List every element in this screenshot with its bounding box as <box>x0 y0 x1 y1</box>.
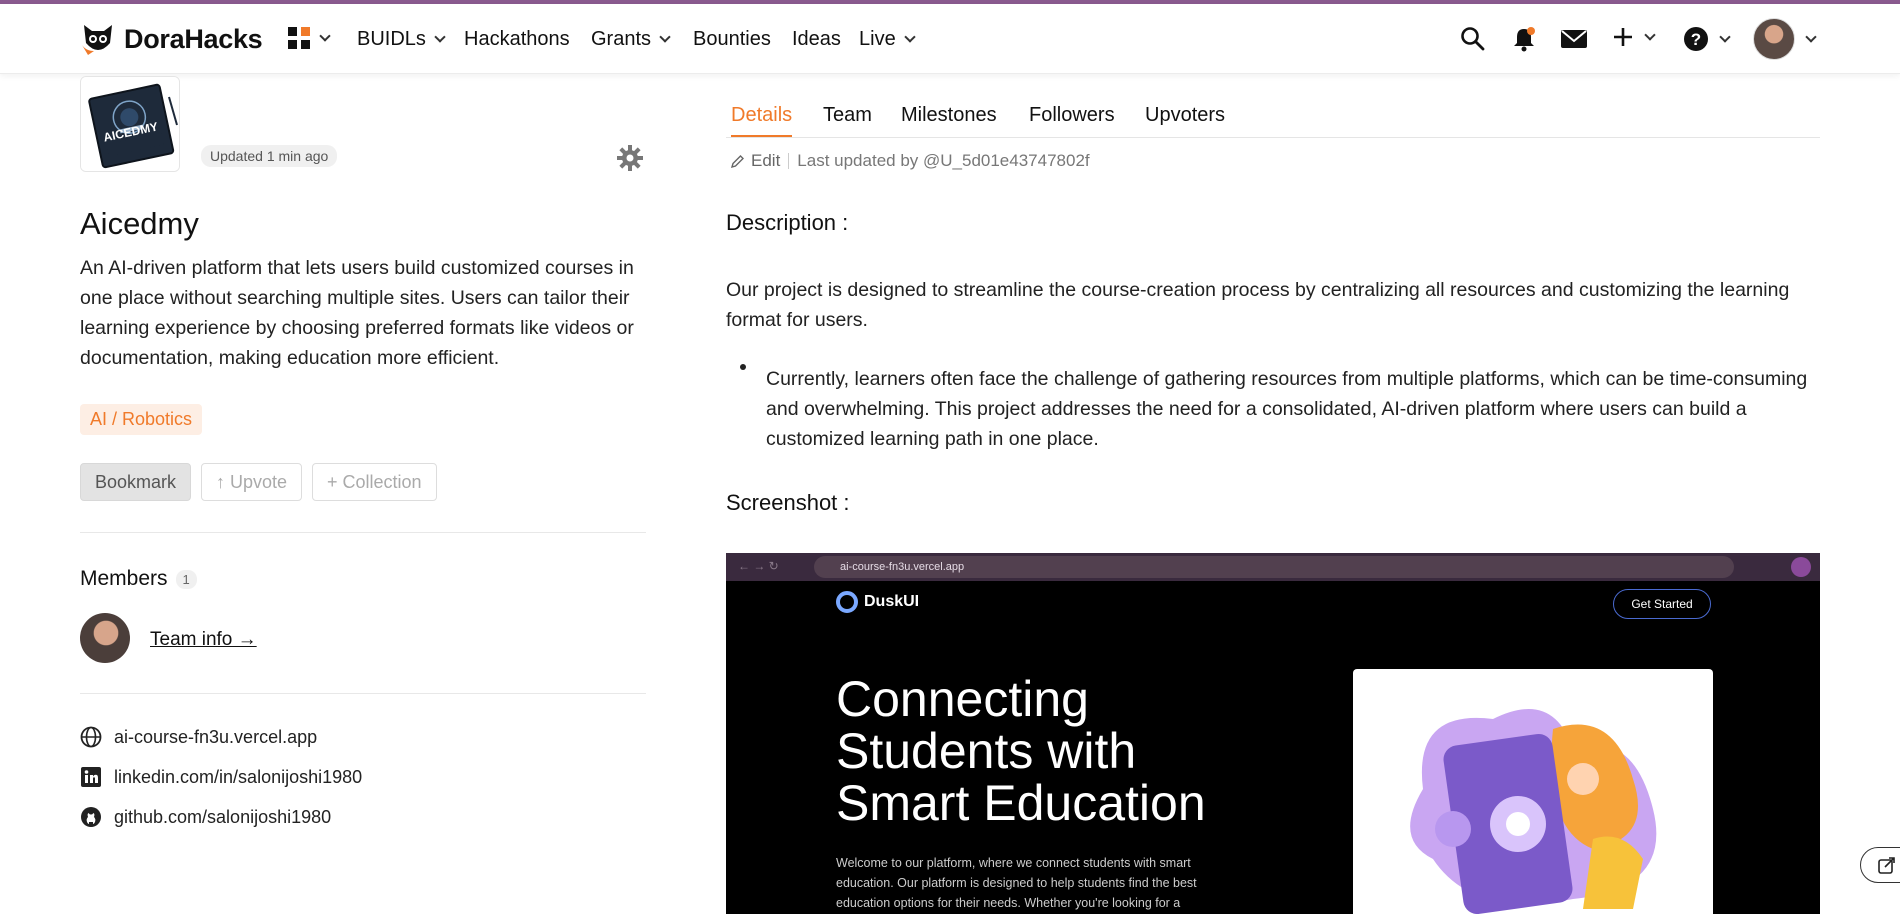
upvote-button[interactable]: ↑ Upvote <box>201 463 303 501</box>
chevron-down-icon <box>1719 30 1731 43</box>
project-screenshot[interactable]: ← → ↻ ai-course-fn3u.vercel.app DuskUI G… <box>726 553 1820 914</box>
bell-icon <box>1514 27 1535 52</box>
tab-team[interactable]: Team <box>823 104 872 135</box>
chevron-down-icon <box>904 31 916 43</box>
add-collection-button[interactable]: + Collection <box>312 463 437 501</box>
user-menu[interactable] <box>1753 18 1817 60</box>
chevron-down-icon <box>1805 30 1817 43</box>
tab-milestones[interactable]: Milestones <box>901 104 997 135</box>
apps-menu[interactable] <box>287 26 331 50</box>
dusk-brand: DuskUI <box>864 593 920 610</box>
svg-text:?: ? <box>1691 30 1701 49</box>
github-link[interactable]: github.com/salonijoshi1980 <box>80 806 331 828</box>
gear-icon <box>617 145 643 171</box>
tab-upvoters[interactable]: Upvoters <box>1145 104 1225 135</box>
chevron-down-icon <box>659 31 671 43</box>
members-count: 1 <box>175 569 197 589</box>
nav-buidls-label: BUIDLs <box>357 28 426 50</box>
url-text: ai-course-fn3u.vercel.app <box>840 561 965 573</box>
plus-icon <box>1614 28 1632 46</box>
nav-grants-label: Grants <box>591 28 652 50</box>
dusk-logo: DuskUI <box>836 591 919 613</box>
description-heading: Description : <box>726 210 849 235</box>
dorahacks-owl-icon <box>82 25 112 55</box>
divider <box>80 532 646 533</box>
member-avatar[interactable] <box>80 613 130 663</box>
bookmark-button[interactable]: Bookmark <box>80 463 192 501</box>
description-paragraph: Our project is designed to streamline th… <box>726 279 1790 331</box>
edit-button[interactable]: Edit <box>730 151 780 171</box>
last-updated-text: Last updated by @U_5d01e43747802f <box>797 151 1090 170</box>
updated-badge: Updated 1 min ago <box>201 145 338 167</box>
website-link-text: ai-course-fn3u.vercel.app <box>114 726 318 747</box>
nav-ideas[interactable]: Ideas <box>792 28 841 51</box>
apps-grid-icon <box>288 27 310 49</box>
linkedin-link-text: linkedin.com/in/salonijoshi1980 <box>114 766 363 787</box>
chevron-down-icon <box>434 31 446 43</box>
github-icon <box>81 807 101 827</box>
brand-name: DoraHacks <box>124 23 263 54</box>
nav-ideas-label: Ideas <box>792 28 841 50</box>
members-title-text: Members <box>80 567 168 590</box>
nav-buidls[interactable]: BUIDLs <box>357 28 446 51</box>
search-button[interactable] <box>1460 26 1486 52</box>
nav-grants[interactable]: Grants <box>591 28 671 51</box>
hero-heading: Connecting Students with Smart Education <box>836 671 1206 831</box>
linkedin-link[interactable]: linkedin.com/in/salonijoshi1980 <box>80 766 362 788</box>
brand-logo[interactable]: DoraHacks <box>80 21 263 57</box>
globe-icon <box>80 726 102 748</box>
screenshot-heading: Screenshot : <box>726 490 850 515</box>
chevron-down-icon <box>1644 28 1656 41</box>
search-icon <box>1461 27 1485 51</box>
hero-illustration <box>1353 669 1713 914</box>
tab-bar: Details Team Milestones Followers Upvote… <box>726 104 1820 138</box>
tab-followers[interactable]: Followers <box>1029 104 1115 135</box>
website-link[interactable]: ai-course-fn3u.vercel.app <box>80 726 317 748</box>
avatar <box>1753 18 1795 60</box>
help-icon: ? <box>1684 27 1708 51</box>
url-bar: ai-course-fn3u.vercel.app <box>814 556 1734 578</box>
category-tag[interactable]: AI / Robotics <box>80 404 203 435</box>
github-link-text: github.com/salonijoshi1980 <box>114 806 332 827</box>
nav-live-label: Live <box>859 28 896 50</box>
browser-profile-icon <box>1791 557 1811 577</box>
share-icon <box>1878 857 1895 874</box>
bullet-dot <box>740 364 746 370</box>
pencil-icon <box>730 154 744 168</box>
separator <box>788 153 790 169</box>
help-menu[interactable]: ? <box>1683 26 1731 52</box>
edit-line: Edit Last updated by @U_5d01e43747802f <box>730 151 1090 171</box>
nav-live[interactable]: Live <box>859 28 916 51</box>
notifications-button[interactable] <box>1511 26 1537 52</box>
hero-subtext: Welcome to our platform, where we connec… <box>836 856 1197 910</box>
nav-hackathons-label: Hackathons <box>464 28 570 50</box>
mail-icon <box>1561 30 1587 48</box>
project-description: An AI-driven platform that lets users bu… <box>80 257 634 369</box>
project-logo: AICEDMY <box>80 76 180 172</box>
get-started-button: Get Started <box>1613 589 1711 619</box>
linkedin-icon <box>81 767 101 787</box>
browser-bar: ← → ↻ ai-course-fn3u.vercel.app <box>726 553 1820 581</box>
dusk-ring-icon <box>836 591 858 613</box>
edit-label: Edit <box>751 151 781 170</box>
project-title: Aicedmy <box>80 206 199 241</box>
back-forward-icon: ← → ↻ <box>738 559 779 573</box>
top-nav: DoraHacks BUIDLs Hackathons Grants Bount… <box>0 4 1900 74</box>
nav-bounties-label: Bounties <box>693 28 771 50</box>
share-feedback-button[interactable] <box>1860 847 1900 883</box>
chevron-down-icon <box>319 29 331 42</box>
settings-button[interactable] <box>616 144 644 177</box>
nav-bounties[interactable]: Bounties <box>693 28 771 51</box>
divider <box>80 693 646 694</box>
tab-details[interactable]: Details <box>731 104 793 137</box>
team-info-link[interactable]: Team info → <box>150 629 257 651</box>
members-heading: Members 1 <box>80 567 197 591</box>
nav-hackathons[interactable]: Hackathons <box>464 28 570 51</box>
messages-button[interactable] <box>1560 26 1588 52</box>
description-bullet: Currently, learners often face the chall… <box>766 368 1808 450</box>
create-menu[interactable] <box>1612 26 1656 48</box>
